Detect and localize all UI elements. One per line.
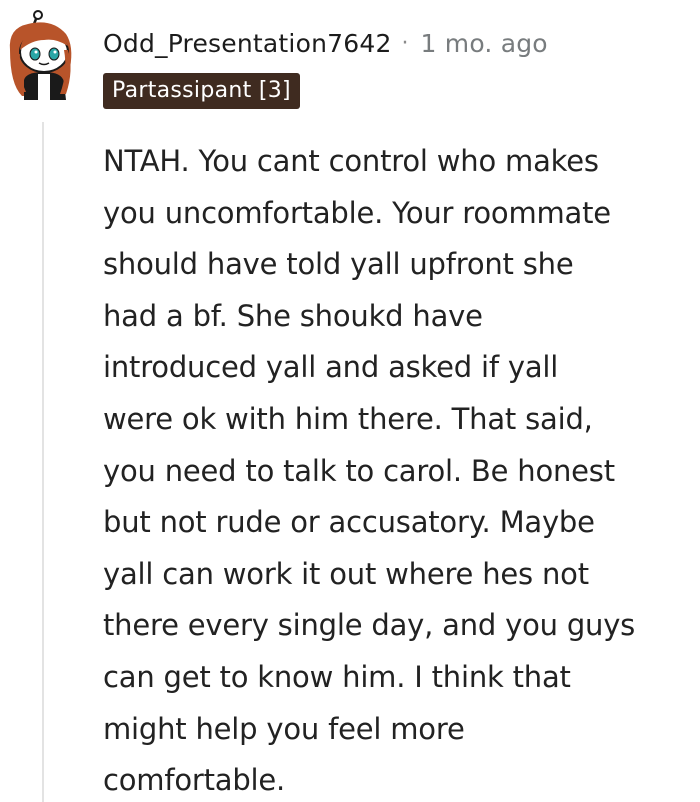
comment-body-line: might help you feel more xyxy=(103,711,465,746)
comment-body-line: you uncomfortable. Your roommate xyxy=(103,195,611,230)
snoo-avatar-icon[interactable] xyxy=(4,10,86,102)
thread-collapse-line[interactable] xyxy=(42,122,44,802)
user-flair-badge: Partassipant [3] xyxy=(103,73,300,109)
separator-dot: · xyxy=(401,31,409,56)
comment-body-line: you need to talk to carol. Be honest xyxy=(103,453,615,488)
comment-body-line: can get to know him. I think that xyxy=(103,659,571,694)
timestamp[interactable]: 1 mo. ago xyxy=(421,26,548,62)
comment-body-line: had a bf. She shoukd have xyxy=(103,298,483,333)
comment-body-line: but not rude or accusatory. Maybe xyxy=(103,505,595,540)
comment-header: Odd_Presentation7642 · 1 mo. ago xyxy=(103,26,548,62)
comment-body-line: NTAH. You cant control who makes xyxy=(103,144,599,178)
comment-body-line: comfortable. xyxy=(103,763,286,798)
comment-body-line: there every single day, and you guys xyxy=(103,608,636,643)
comment-body-line: should have told yall upfront she xyxy=(103,247,574,282)
username-link[interactable]: Odd_Presentation7642 xyxy=(103,26,392,62)
comment-body-line: were ok with him there. That said, xyxy=(103,401,593,436)
comment-body-line: introduced yall and asked if yall xyxy=(103,350,559,385)
comment-body-line: yall can work it out where hes not xyxy=(103,556,589,591)
comment: Odd_Presentation7642 · 1 mo. ago Partass… xyxy=(0,0,700,802)
comment-body: NTAH. You cant control who makes you unc… xyxy=(103,136,695,802)
